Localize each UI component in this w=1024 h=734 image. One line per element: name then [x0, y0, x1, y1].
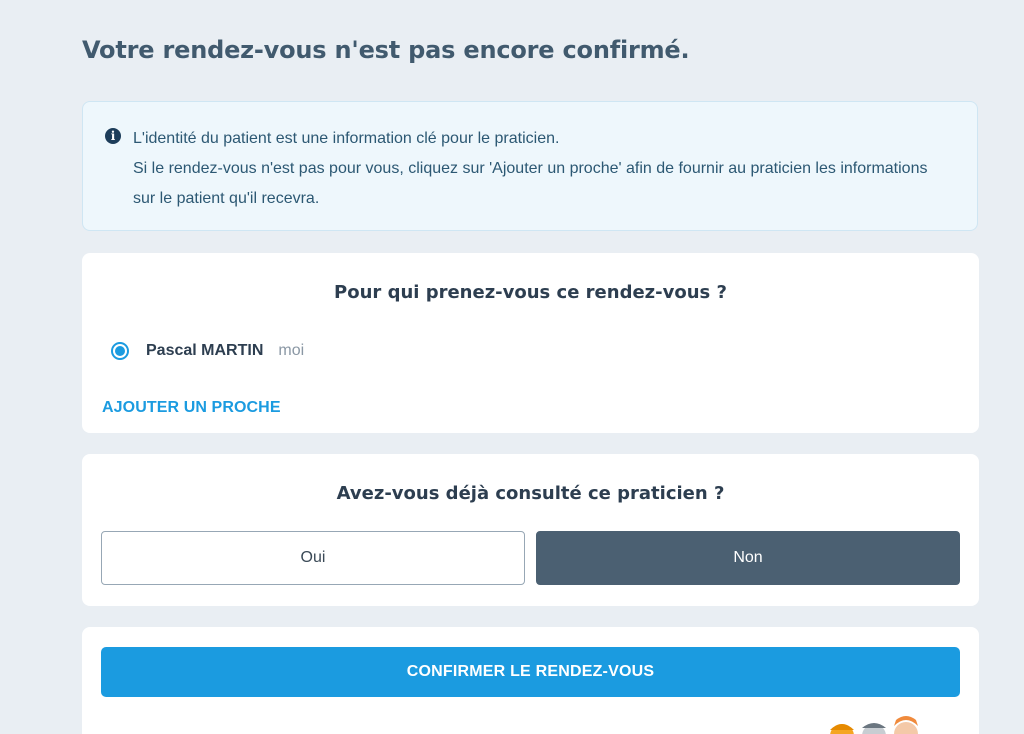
- previous-consultation-card: Avez-vous déjà consulté ce praticien ? O…: [82, 454, 979, 606]
- consulted-no-button[interactable]: Non: [536, 531, 960, 585]
- patient-name: Pascal MARTIN: [146, 342, 264, 359]
- patient-option-pascal-martin[interactable]: Pascal MARTIN moi: [111, 340, 304, 362]
- add-relative-link[interactable]: AJOUTER UN PROCHE: [102, 399, 281, 417]
- consulted-yes-button[interactable]: Oui: [101, 531, 525, 585]
- info-line-1: L'identité du patient est une informatio…: [133, 130, 560, 147]
- patient-selection-card: Pour qui prenez-vous ce rendez-vous ? Pa…: [82, 253, 979, 433]
- confirm-appointment-button[interactable]: CONFIRMER LE RENDEZ-VOUS: [101, 647, 960, 697]
- patient-self-tag: moi: [278, 342, 305, 359]
- info-text: L'identité du patient est une informatio…: [133, 124, 953, 214]
- people-illustration: [828, 716, 928, 734]
- appointment-confirmation-page: Votre rendez-vous n'est pas encore confi…: [0, 0, 1024, 734]
- consult-section-title: Avez-vous déjà consulté ce praticien ?: [336, 483, 725, 504]
- patient-section-title: Pour qui prenez-vous ce rendez-vous ?: [334, 282, 727, 303]
- people-illustration-graphic: [830, 716, 918, 734]
- info-circle-icon: i: [105, 128, 121, 144]
- patient-radio-selected[interactable]: [111, 342, 129, 360]
- info-line-2: Si le rendez-vous n'est pas pour vous, c…: [133, 160, 928, 207]
- page-title: Votre rendez-vous n'est pas encore confi…: [82, 36, 690, 64]
- patient-identity-info-box: i L'identité du patient est une informat…: [82, 101, 978, 231]
